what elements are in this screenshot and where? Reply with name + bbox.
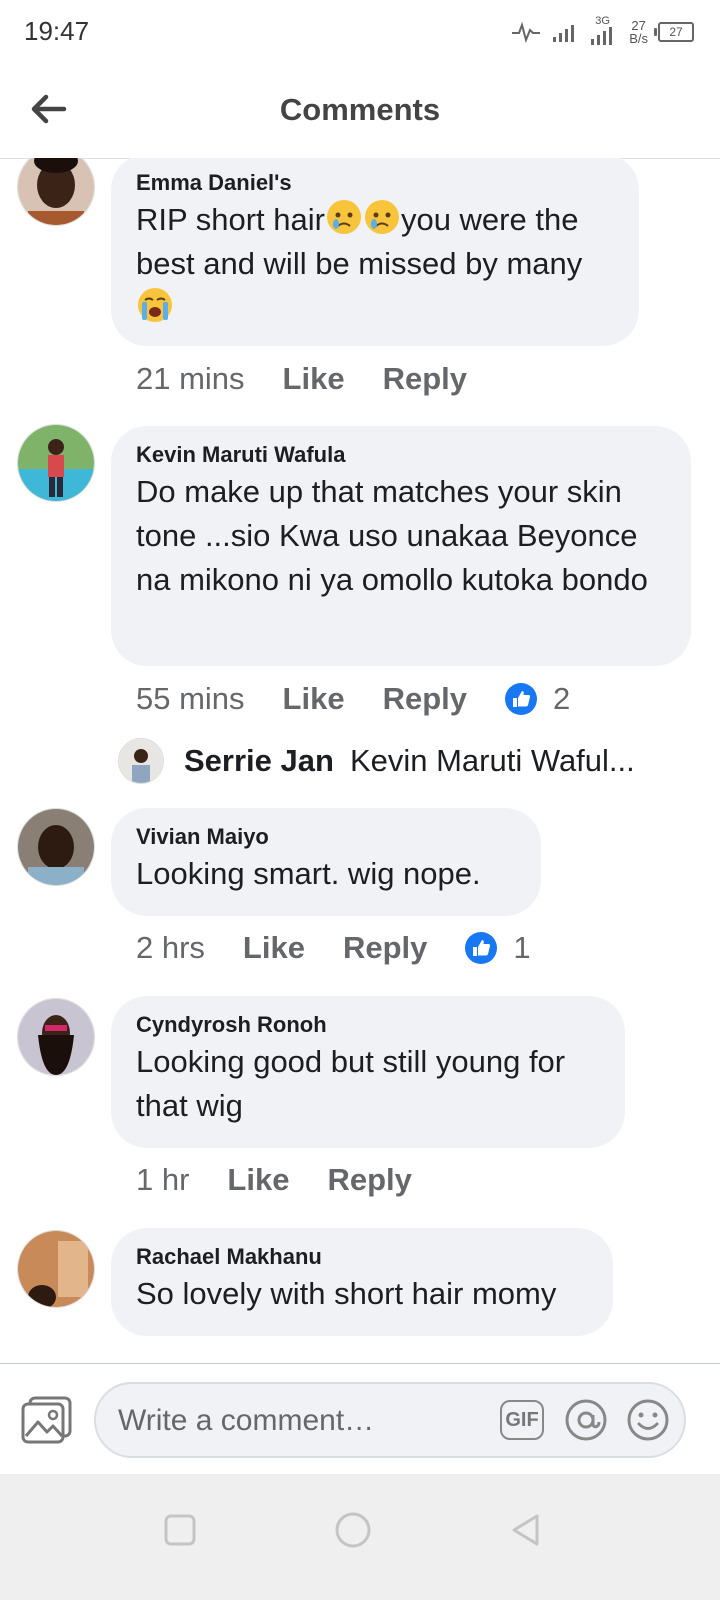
add-photo-button[interactable] bbox=[20, 1394, 74, 1444]
comment-composer: Write a comment… GIF bbox=[0, 1363, 720, 1474]
comment-text: RIP short hair you were the best and will… bbox=[136, 198, 615, 330]
gif-button[interactable]: GIF bbox=[500, 1400, 544, 1440]
comment-text: So lovely with short hair momy bbox=[136, 1276, 557, 1311]
like-reaction-icon[interactable] bbox=[465, 932, 498, 964]
comment-text: Do make up that matches your skin tone .… bbox=[136, 474, 648, 597]
battery-icon: 27 bbox=[654, 22, 694, 42]
like-button[interactable]: Like bbox=[283, 681, 345, 717]
comment-time[interactable]: 2 hrs bbox=[136, 930, 205, 966]
status-icons: 3G 27 B/s 27 bbox=[511, 15, 694, 48]
back-nav-button[interactable] bbox=[496, 1500, 556, 1560]
comment-actions: 21 mins Like Reply bbox=[136, 361, 505, 397]
avatar[interactable] bbox=[17, 808, 95, 886]
crying-face-icon bbox=[364, 200, 399, 234]
comment-bubble[interactable]: Vivian Maiyo Looking smart. wig nope. bbox=[111, 808, 541, 916]
avatar[interactable] bbox=[17, 424, 95, 502]
mention-button[interactable] bbox=[564, 1398, 608, 1442]
comment-bubble[interactable]: Rachael Makhanu So lovely with short hai… bbox=[111, 1228, 613, 1336]
data-speed: 27 B/s bbox=[629, 19, 648, 45]
avatar[interactable] bbox=[118, 738, 164, 784]
home-button[interactable] bbox=[323, 1500, 383, 1560]
comment-actions: 2 hrs Like Reply 1 bbox=[136, 930, 531, 966]
like-button[interactable]: Like bbox=[227, 1162, 289, 1198]
avatar[interactable] bbox=[17, 158, 95, 226]
comment-time[interactable]: 1 hr bbox=[136, 1162, 189, 1198]
like-reaction-icon[interactable] bbox=[505, 683, 537, 715]
emoji-button[interactable] bbox=[626, 1398, 670, 1442]
reply-author[interactable]: Serrie Jan bbox=[184, 743, 334, 779]
comment-author[interactable]: Cyndyrosh Ronoh bbox=[136, 1012, 601, 1038]
square-icon bbox=[164, 1514, 196, 1546]
comments-list[interactable]: Emma Daniel's RIP short hair you were the… bbox=[0, 158, 720, 1363]
comment-actions: 1 hr Like Reply bbox=[136, 1162, 450, 1198]
reply-button[interactable]: Reply bbox=[383, 681, 467, 717]
comment-time[interactable]: 55 mins bbox=[136, 681, 245, 717]
reaction-count[interactable]: 2 bbox=[553, 681, 570, 717]
reaction-count[interactable]: 1 bbox=[513, 930, 530, 966]
reply-button[interactable]: Reply bbox=[343, 930, 427, 966]
like-button[interactable]: Like bbox=[283, 361, 345, 397]
reply-button[interactable]: Reply bbox=[327, 1162, 411, 1198]
comment-time[interactable]: 21 mins bbox=[136, 361, 245, 397]
loudly-crying-face-icon bbox=[138, 288, 172, 322]
comment-bubble[interactable]: Kevin Maruti Wafula Do make up that matc… bbox=[111, 426, 691, 666]
recents-button[interactable] bbox=[150, 1500, 210, 1560]
comment-input-placeholder: Write a comment… bbox=[118, 1404, 375, 1437]
status-time: 19:47 bbox=[24, 16, 90, 46]
comment-input[interactable]: Write a comment… GIF bbox=[94, 1382, 686, 1458]
page-title: Comments bbox=[279, 92, 441, 127]
comment-text: Looking good but still young for that wi… bbox=[136, 1044, 566, 1123]
comment-text-part: RIP short hair bbox=[136, 202, 325, 237]
status-bar: 19:47 3G 27 B/s 27 bbox=[0, 0, 720, 64]
avatar[interactable] bbox=[17, 998, 95, 1076]
photo-icon bbox=[21, 1396, 72, 1444]
at-icon bbox=[565, 1399, 607, 1441]
system-nav-bar bbox=[0, 1474, 720, 1600]
speed-unit: B/s bbox=[629, 31, 648, 46]
like-button[interactable]: Like bbox=[243, 930, 305, 966]
avatar[interactable] bbox=[17, 1230, 95, 1308]
comment-author[interactable]: Kevin Maruti Wafula bbox=[136, 442, 667, 468]
signal-3g-icon: 3G bbox=[589, 15, 619, 47]
signal-icon bbox=[553, 25, 575, 42]
comment-author[interactable]: Emma Daniel's bbox=[136, 170, 615, 196]
activity-icon bbox=[512, 21, 541, 43]
triangle-back-icon bbox=[512, 1514, 539, 1546]
reply-text: Kevin Maruti Waful... bbox=[349, 743, 635, 778]
comment-bubble[interactable]: Cyndyrosh Ronoh Looking good but still y… bbox=[111, 996, 625, 1148]
comment-actions: 55 mins Like Reply 2 bbox=[136, 681, 570, 717]
circle-icon bbox=[335, 1512, 371, 1548]
crying-face-icon bbox=[326, 200, 361, 234]
comment-text: Looking smart. wig nope. bbox=[136, 856, 481, 891]
comment-author[interactable]: Rachael Makhanu bbox=[136, 1244, 589, 1270]
reply-preview[interactable]: Serrie Jan Kevin Maruti Waful... bbox=[118, 738, 635, 784]
comment-author[interactable]: Vivian Maiyo bbox=[136, 824, 517, 850]
smile-icon bbox=[627, 1399, 669, 1441]
comment-bubble[interactable]: Emma Daniel's RIP short hair you were the… bbox=[111, 158, 639, 346]
reply-button[interactable]: Reply bbox=[383, 361, 467, 397]
header: Comments bbox=[0, 64, 720, 159]
